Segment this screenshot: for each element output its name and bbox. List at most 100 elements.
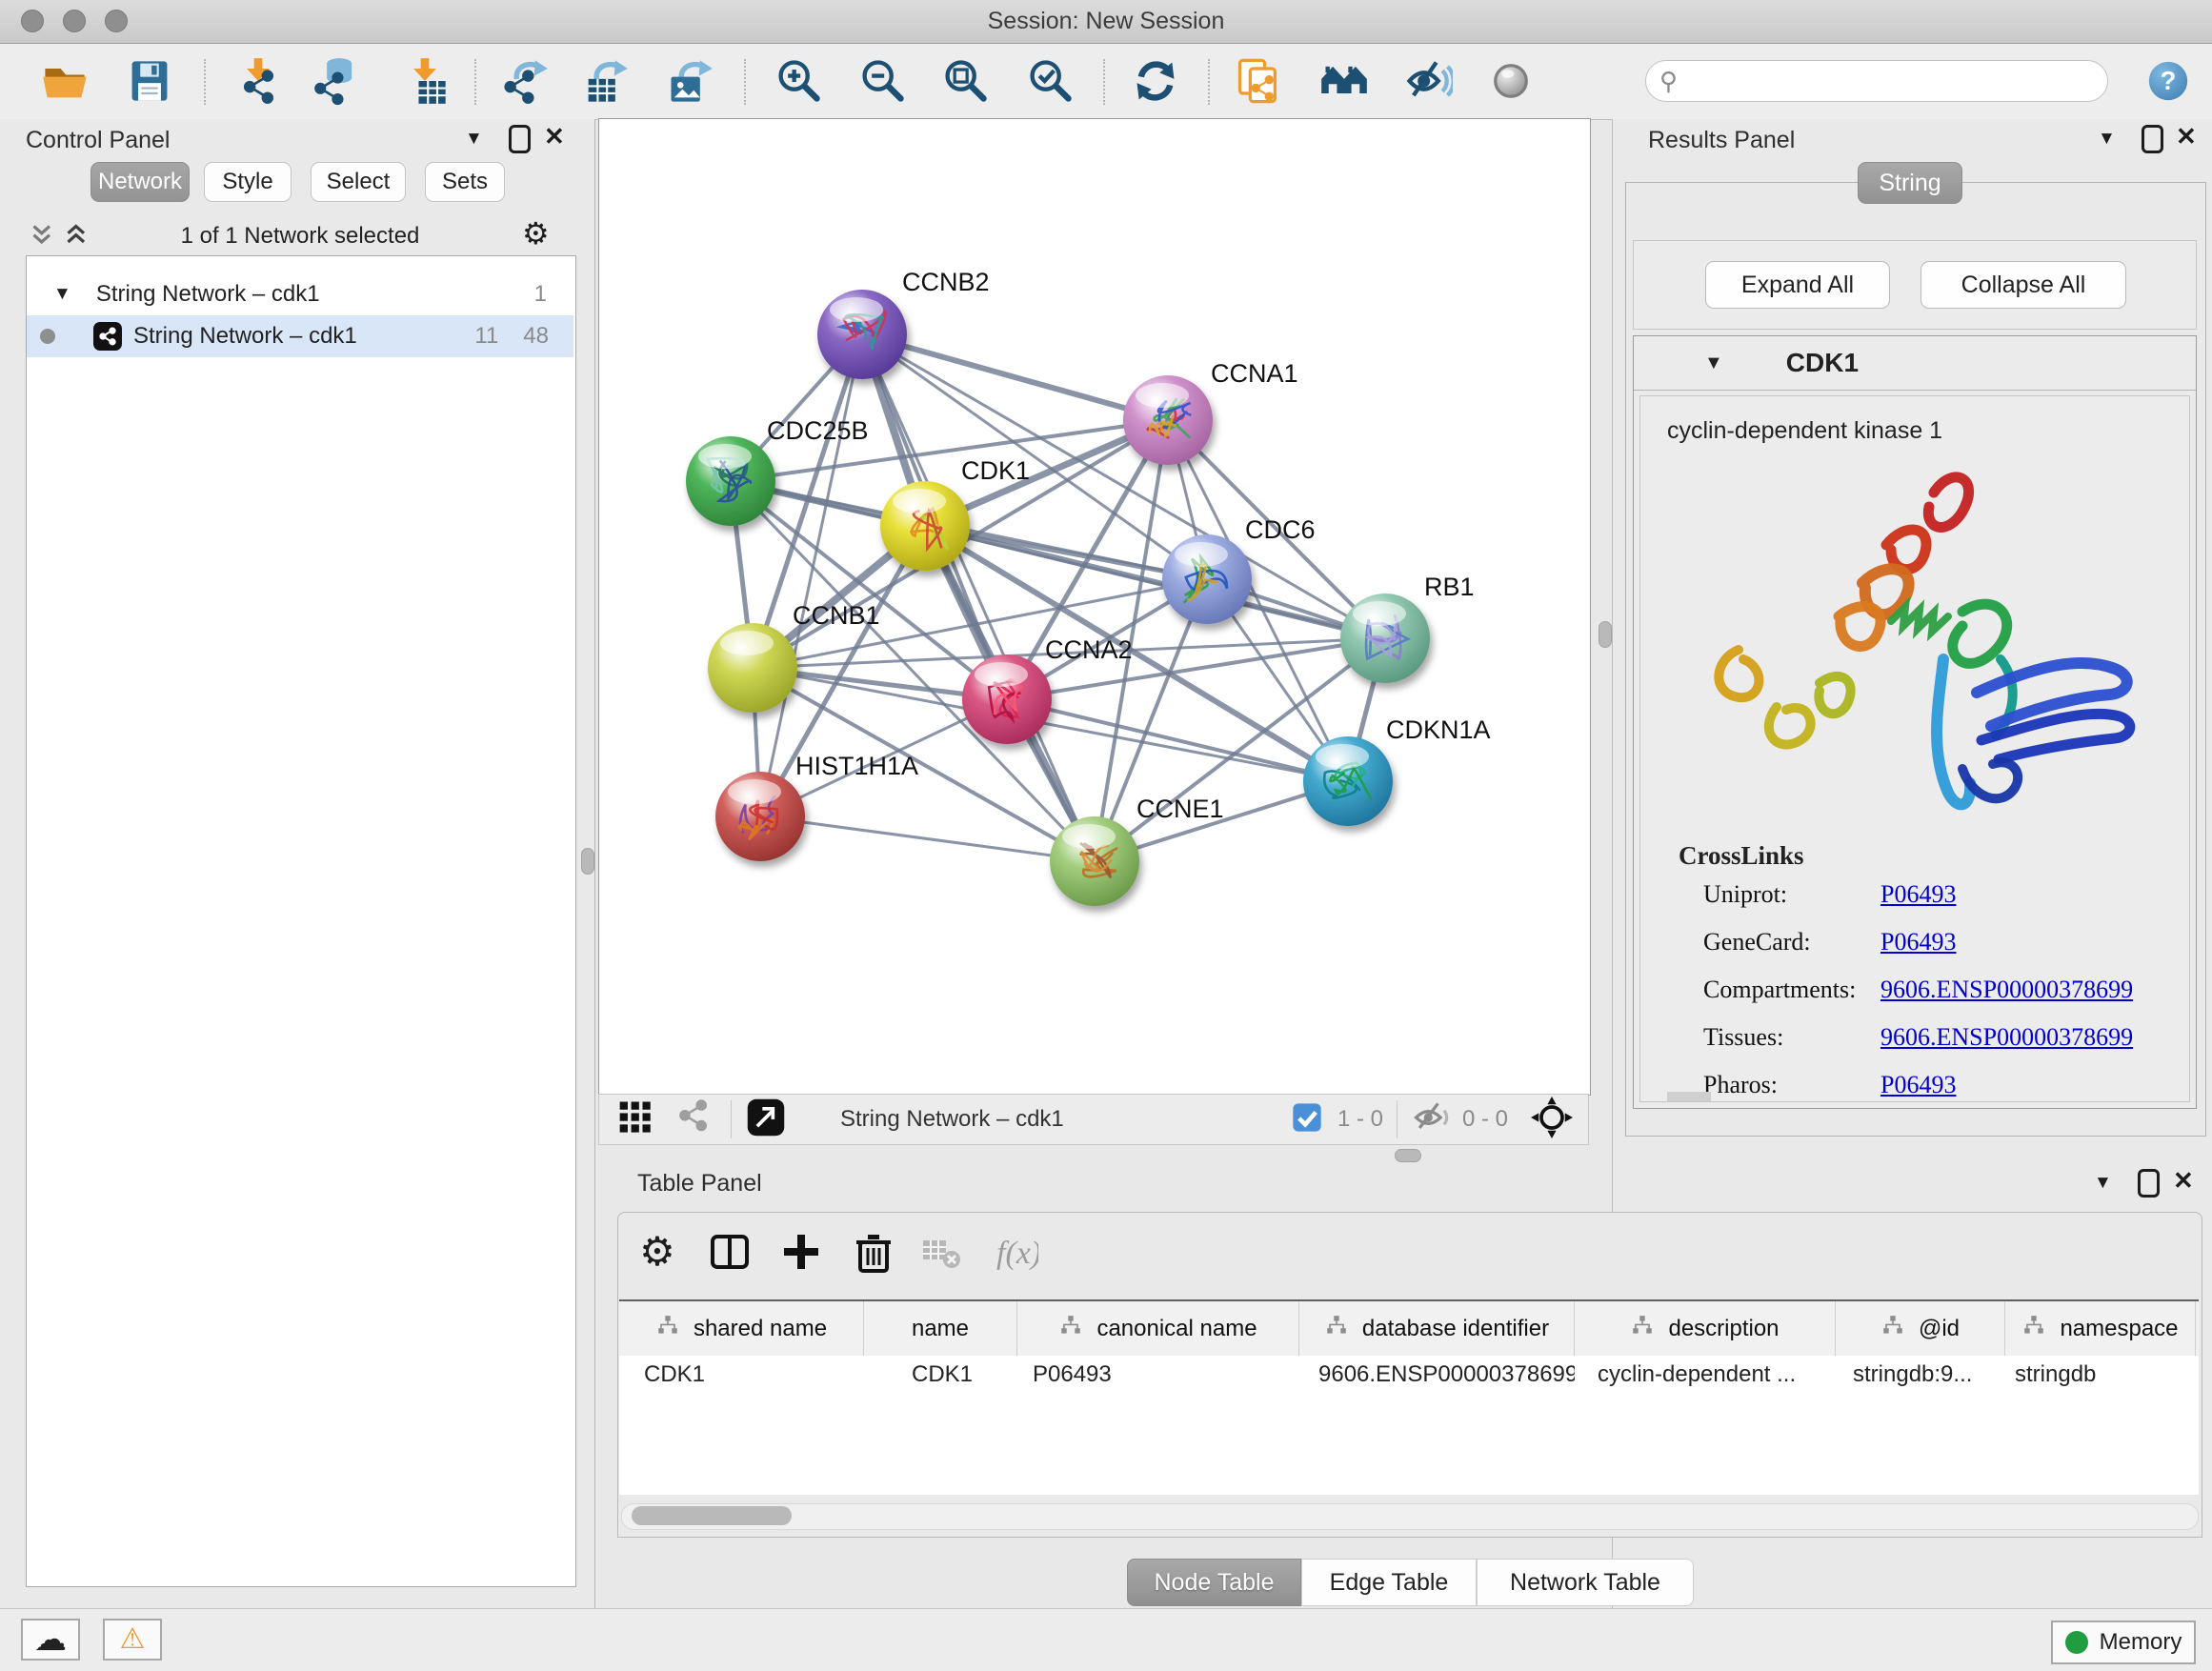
group-nodes-icon[interactable] <box>1317 54 1371 108</box>
crosslink-link[interactable]: P06493 <box>1880 1071 1956 1099</box>
string-view-icon[interactable] <box>675 1097 717 1143</box>
table-cell[interactable]: stringdb <box>2005 1356 2196 1394</box>
column-header-description[interactable]: description <box>1575 1301 1836 1357</box>
network-node-CDKN1A[interactable]: CDKN1A <box>1303 715 1491 826</box>
birdseye-view-icon[interactable] <box>616 1097 658 1143</box>
open-session-icon[interactable] <box>38 54 91 108</box>
node-label: CDK1 <box>961 456 1030 485</box>
right-splitter-handle[interactable] <box>1599 621 1612 648</box>
collapse-all-button[interactable]: Collapse All <box>1920 261 2126 309</box>
network-node-CCNE1[interactable]: CCNE1 <box>1050 795 1224 906</box>
selected-checkbox-icon[interactable] <box>1286 1097 1328 1143</box>
export-network-icon[interactable] <box>498 54 552 108</box>
table-gear-icon[interactable]: ⚙ <box>633 1227 682 1277</box>
zoom-selected-icon[interactable] <box>1023 54 1076 108</box>
search-input[interactable] <box>1685 67 2070 95</box>
results-float-icon[interactable] <box>2142 125 2163 153</box>
network-node-CCNA1[interactable]: CCNA1 <box>1123 359 1298 465</box>
cloud-status-button[interactable]: ☁ <box>21 1619 80 1661</box>
table-close-icon[interactable]: ✕ <box>2173 1166 2194 1196</box>
detach-view-icon[interactable] <box>745 1097 787 1143</box>
show-all-icon[interactable] <box>1484 54 1538 108</box>
network-collection-row[interactable]: ▼ String Network – cdk1 1 <box>27 273 573 315</box>
network-edge[interactable] <box>862 334 1095 861</box>
export-image-icon[interactable] <box>663 54 716 108</box>
network-row[interactable]: String Network – cdk1 11 48 <box>27 315 573 357</box>
network-edge[interactable] <box>760 334 862 816</box>
crosslink-link[interactable]: P06493 <box>1880 880 1956 909</box>
table-cell[interactable]: CDK1 <box>864 1356 1017 1394</box>
protein-section-header[interactable]: ▼ CDK1 <box>1634 336 2196 391</box>
zoom-out-icon[interactable] <box>855 54 909 108</box>
table-cell[interactable]: 9606.ENSP00000378699 <box>1299 1356 1575 1394</box>
table-columns-icon[interactable] <box>705 1227 754 1277</box>
table-horizontal-scrollbar[interactable] <box>621 1503 2199 1530</box>
tab-edge-table[interactable]: Edge Table <box>1301 1559 1477 1606</box>
panel-menu-icon[interactable]: ▼ <box>465 129 483 150</box>
refresh-view-icon[interactable] <box>1129 54 1182 108</box>
results-close-icon[interactable]: ✕ <box>2176 122 2197 151</box>
import-table-file-icon[interactable] <box>398 54 452 108</box>
import-network-database-icon[interactable] <box>311 54 364 108</box>
save-session-icon[interactable] <box>123 54 176 108</box>
results-scrollbar-stub[interactable] <box>1667 1092 1711 1101</box>
network-node-CDK1[interactable]: CDK1 <box>880 456 1030 571</box>
warnings-button[interactable]: ⚠ <box>103 1619 162 1661</box>
network-name: String Network – cdk1 <box>133 323 357 350</box>
crosslink-link[interactable]: 9606.ENSP00000378699 <box>1880 976 2133 1004</box>
crosslink-link[interactable]: P06493 <box>1880 928 1956 956</box>
tab-select[interactable]: Select <box>311 162 406 202</box>
table-scrollbar-thumb[interactable] <box>632 1506 792 1525</box>
results-menu-icon[interactable]: ▼ <box>2098 129 2116 150</box>
column-header--id[interactable]: @id <box>1836 1301 2005 1357</box>
crosslink-link[interactable]: 9606.ENSP00000378699 <box>1880 1023 2133 1052</box>
node-label: RB1 <box>1424 573 1475 601</box>
table-add-icon[interactable] <box>776 1227 826 1277</box>
export-table-icon[interactable] <box>578 54 632 108</box>
table-float-icon[interactable] <box>2138 1169 2160 1198</box>
hidden-eye-icon[interactable] <box>1411 1097 1453 1143</box>
panel-float-icon[interactable] <box>509 125 531 153</box>
tab-node-table[interactable]: Node Table <box>1127 1559 1301 1606</box>
table-cell[interactable]: P06493 <box>1017 1356 1299 1394</box>
collection-expand-icon[interactable]: ▼ <box>53 284 71 305</box>
search-box[interactable]: ⚲ <box>1645 60 2108 102</box>
tab-sets[interactable]: Sets <box>425 162 505 202</box>
table-delete-icon[interactable] <box>849 1227 898 1277</box>
table-row[interactable]: CDK1CDK1P064939606.ENSP00000378699cyclin… <box>619 1356 2199 1394</box>
network-edge[interactable] <box>862 334 1168 420</box>
column-header-namespace[interactable]: namespace <box>2005 1301 2196 1357</box>
column-header-database-identifier[interactable]: database identifier <box>1299 1301 1575 1357</box>
table-cell[interactable]: stringdb:9... <box>1836 1356 2005 1394</box>
tab-string-results[interactable]: String <box>1858 162 1962 204</box>
zoom-fit-icon[interactable] <box>938 54 992 108</box>
tab-network[interactable]: Network <box>90 162 190 202</box>
column-header-name[interactable]: name <box>864 1301 1017 1357</box>
memory-button[interactable]: Memory <box>2051 1621 2196 1664</box>
table-cell[interactable]: CDK1 <box>619 1356 864 1394</box>
protein-collapse-icon[interactable]: ▼ <box>1704 352 1723 374</box>
fit-content-icon[interactable] <box>1531 1097 1573 1143</box>
network-edge[interactable] <box>1007 699 1348 781</box>
network-canvas[interactable]: CCNB2CCNA1CDC25BCDK1CDC6RB1CCNB1CCNA2CDK… <box>598 118 1591 1096</box>
panel-close-icon[interactable]: ✕ <box>544 122 565 151</box>
import-network-file-icon[interactable] <box>231 54 285 108</box>
expand-all-button[interactable]: Expand All <box>1705 261 1890 309</box>
network-node-RB1[interactable]: RB1 <box>1340 573 1475 683</box>
network-node-HIST1H1A[interactable]: HIST1H1A <box>715 752 918 861</box>
network-node-CCNB1[interactable]: CCNB1 <box>708 601 880 713</box>
hide-selected-icon[interactable] <box>1401 54 1455 108</box>
tab-style[interactable]: Style <box>204 162 292 202</box>
bottom-splitter-handle[interactable] <box>1395 1149 1421 1162</box>
column-header-shared-name[interactable]: shared name <box>619 1301 864 1357</box>
zoom-in-icon[interactable] <box>772 54 825 108</box>
table-menu-icon[interactable]: ▼ <box>2094 1173 2112 1194</box>
first-neighbors-icon[interactable] <box>1232 54 1285 108</box>
tab-network-table[interactable]: Network Table <box>1477 1559 1694 1606</box>
table-cell[interactable]: cyclin-dependent ... <box>1575 1356 1836 1394</box>
column-header-canonical-name[interactable]: canonical name <box>1017 1301 1299 1357</box>
network-options-gear-icon[interactable]: ⚙ <box>522 218 550 249</box>
help-icon[interactable]: ? <box>2142 54 2195 108</box>
left-splitter-handle[interactable] <box>581 848 594 875</box>
network-edge[interactable] <box>760 816 1095 861</box>
